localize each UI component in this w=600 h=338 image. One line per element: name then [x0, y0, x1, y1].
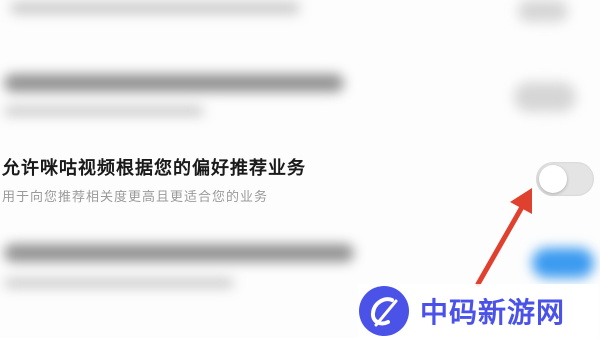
watermark: 中码新游网 — [358, 284, 598, 338]
setting-title: 允许咪咕视频根据您的偏好推荐业务 — [2, 158, 306, 179]
setting-description: 用于向您推荐相关度更高且更适合您的业务 — [2, 190, 269, 205]
c-swoosh-logo-icon — [359, 286, 409, 336]
settings-screen: 允许咪咕视频根据您的偏好推荐业务 用于向您推荐相关度更高且更适合您的业务 中码新… — [0, 0, 600, 338]
red-pointer-arrow-icon — [475, 188, 532, 287]
watermark-text: 中码新游网 — [420, 296, 566, 329]
